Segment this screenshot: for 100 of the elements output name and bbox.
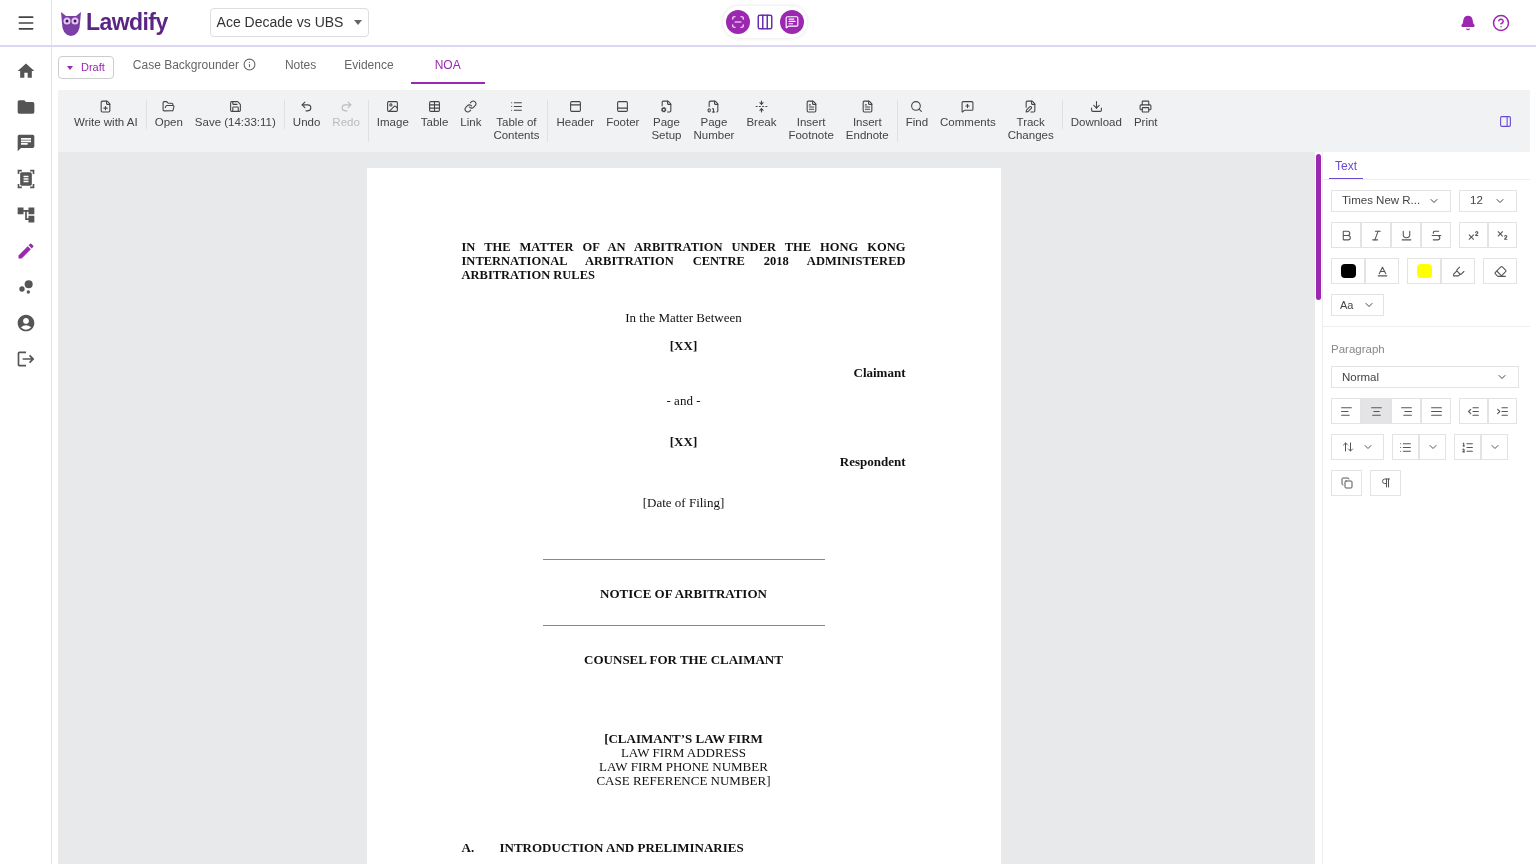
section-title: INTRODUCTION AND PRELIMINARIES xyxy=(499,838,744,857)
outdent-icon[interactable] xyxy=(1459,398,1488,425)
footnote-icon xyxy=(804,100,818,113)
scan-icon[interactable] xyxy=(15,169,36,189)
toolbar-button[interactable]: Download xyxy=(1066,100,1126,129)
font-color-icon[interactable] xyxy=(1365,258,1399,284)
notification-bell-icon[interactable] xyxy=(1460,14,1476,31)
section-number: A. xyxy=(461,838,476,857)
address-line: LAW FIRM ADDRESS xyxy=(620,745,747,760)
align-center-icon[interactable] xyxy=(1361,398,1391,425)
toolbar-button[interactable]: Find xyxy=(901,100,933,142)
document-text: [Date of Filing] xyxy=(642,494,725,512)
toolbar-button[interactable]: Table of Contents xyxy=(489,100,544,142)
highlight-color-swatch xyxy=(1416,264,1432,278)
superscript-icon[interactable] xyxy=(1459,222,1488,248)
align-left-icon[interactable] xyxy=(1331,398,1361,425)
home-icon[interactable] xyxy=(15,61,36,81)
toolbar-button[interactable]: Page Number xyxy=(689,100,739,142)
panel-toggle-icon[interactable] xyxy=(1499,115,1512,128)
logout-icon[interactable] xyxy=(15,349,36,369)
toolbar-button[interactable]: Print xyxy=(1129,100,1162,129)
help-icon[interactable] xyxy=(1492,13,1510,32)
link-icon xyxy=(464,100,478,113)
scrollbar-thumb[interactable] xyxy=(1316,154,1321,300)
italic-icon[interactable] xyxy=(1361,222,1391,248)
pilcrow-icon[interactable] xyxy=(1370,470,1401,497)
subscript-icon[interactable] xyxy=(1488,222,1517,248)
eraser-icon[interactable] xyxy=(1483,258,1517,284)
copy-icon[interactable] xyxy=(1331,470,1362,497)
highlight-color-button[interactable] xyxy=(1407,258,1441,284)
redo-icon xyxy=(339,100,353,113)
text-color-swatch xyxy=(1340,264,1356,278)
tab[interactable]: Case Backgrounder xyxy=(121,47,267,84)
chat-icon[interactable] xyxy=(15,133,36,153)
toolbar-button[interactable]: Save (14:33:11) xyxy=(190,100,280,129)
toolbar-button[interactable]: Header xyxy=(552,100,599,142)
toolbar-button[interactable]: Insert Footnote xyxy=(784,100,838,142)
toolbar-button[interactable]: Track Changes xyxy=(1003,100,1058,142)
section-label: Paragraph xyxy=(1331,342,1386,357)
user-icon[interactable] xyxy=(15,313,36,333)
search-icon xyxy=(910,100,924,113)
numbered-list-icon[interactable] xyxy=(1454,434,1481,461)
case-selector[interactable]: Ace Decade vs UBS xyxy=(209,8,369,37)
text-tab[interactable]: Text xyxy=(1329,153,1363,179)
tree-icon[interactable] xyxy=(15,205,36,225)
address-line: [CLAIMANT’S LAW FIRM xyxy=(604,731,763,746)
tab[interactable]: NOA xyxy=(410,47,485,84)
case-dropdown[interactable]: Aa xyxy=(1331,294,1384,316)
break-icon xyxy=(754,100,768,113)
underline-icon[interactable] xyxy=(1391,222,1421,248)
draft-button[interactable]: Draft xyxy=(58,56,114,79)
font-size-dropdown[interactable]: 12 xyxy=(1459,190,1517,212)
strikethrough-icon[interactable] xyxy=(1421,222,1451,248)
toolbar-button[interactable]: Page Setup xyxy=(647,100,686,142)
document-text: Respondent xyxy=(839,452,906,471)
bold-icon[interactable] xyxy=(1331,222,1361,248)
info-icon[interactable] xyxy=(242,58,256,71)
page-setup-icon xyxy=(659,100,673,113)
text-color-button[interactable] xyxy=(1331,258,1365,284)
address-line: CASE REFERENCE NUMBER] xyxy=(596,773,771,788)
download-icon xyxy=(1089,100,1103,113)
font-dropdown[interactable]: Times New R... xyxy=(1331,190,1451,212)
toolbar-button[interactable]: Break xyxy=(742,100,781,142)
chat-icon[interactable] xyxy=(780,10,804,34)
document-text: In the Matter Between xyxy=(625,309,742,327)
page-number-icon xyxy=(707,100,721,113)
toolbar-button[interactable]: Footer xyxy=(602,100,644,142)
toolbar-button[interactable]: Table xyxy=(416,100,453,142)
paragraph-style-dropdown[interactable]: Normal xyxy=(1331,366,1519,389)
highlighter-icon[interactable] xyxy=(1441,258,1475,284)
scan-icon[interactable] xyxy=(726,10,750,34)
table-icon xyxy=(428,100,442,113)
toolbar-button[interactable]: Undo xyxy=(288,100,325,129)
toolbar-button[interactable]: Write with AI xyxy=(70,100,142,129)
caret-icon xyxy=(67,65,73,70)
bullet-list-icon[interactable] xyxy=(1392,434,1419,461)
align-justify-icon[interactable] xyxy=(1421,398,1451,425)
line-spacing-dropdown[interactable] xyxy=(1331,434,1384,461)
line-spacing-icon xyxy=(1341,441,1354,454)
toolbar-button[interactable]: Insert Endnote xyxy=(841,100,893,142)
folder-icon xyxy=(162,100,176,113)
undo-icon xyxy=(300,100,314,113)
toolbar-button[interactable]: Open xyxy=(150,100,187,129)
caret-icon xyxy=(353,20,362,25)
image-icon xyxy=(386,100,400,113)
folder-icon[interactable] xyxy=(15,97,36,117)
tab[interactable]: Notes xyxy=(273,47,328,84)
app-logo: Lawdify xyxy=(86,8,168,38)
toolbar-button[interactable]: Comments xyxy=(936,100,1000,142)
track-changes-icon xyxy=(1024,100,1038,113)
columns-icon[interactable] xyxy=(756,13,774,31)
document-text: COUNSEL FOR THE CLAIMANT xyxy=(584,651,783,669)
tab[interactable]: Evidence xyxy=(333,47,405,84)
indent-icon[interactable] xyxy=(1488,398,1517,425)
file-plus-icon xyxy=(99,100,113,113)
align-right-icon[interactable] xyxy=(1391,398,1421,425)
toolbar-button[interactable]: Link xyxy=(456,100,486,142)
address-line: LAW FIRM PHONE NUMBER xyxy=(599,759,768,774)
endnote-icon xyxy=(860,100,874,113)
toolbar-button[interactable]: Image xyxy=(372,100,413,142)
